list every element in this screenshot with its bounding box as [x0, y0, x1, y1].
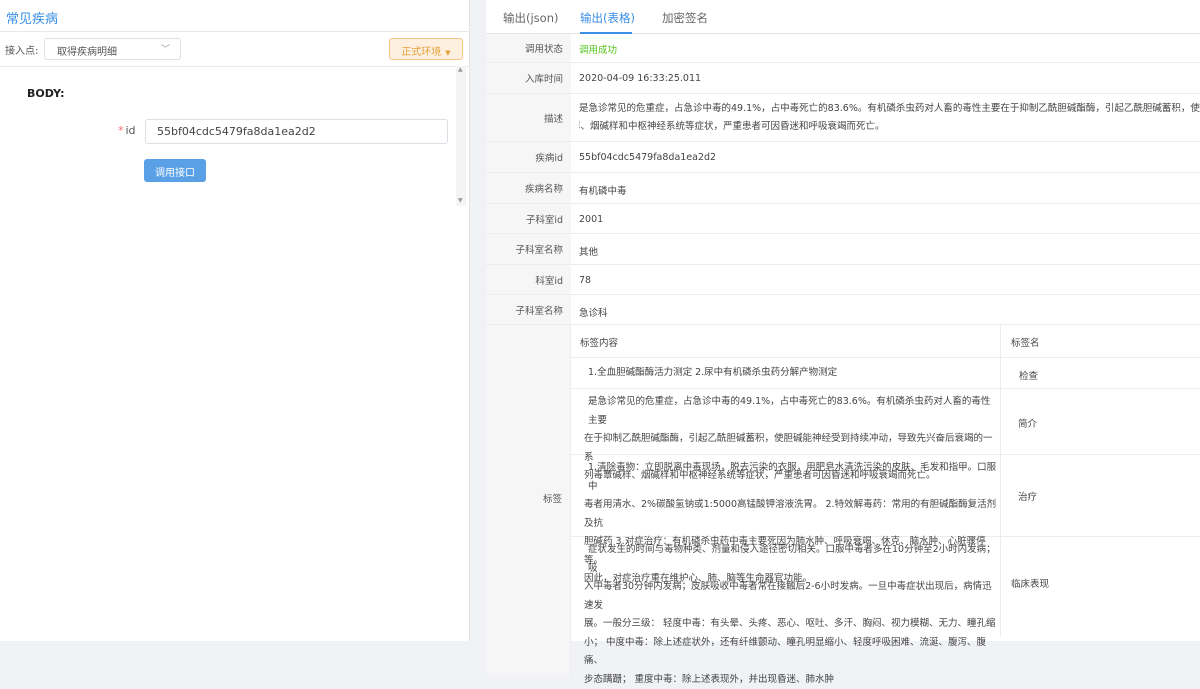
id-input[interactable]: 55bf04cdc5479fa8da1ea2d2: [145, 119, 448, 144]
table-row: 子科室名称 其他: [486, 234, 1200, 265]
tags-header-row: 标签内容 标签名: [571, 325, 1200, 358]
tag-content-line: 入中毒者30分钟内发病；皮肤吸收中毒者常在接触后2-6小时发病。一旦中毒症状出现…: [584, 578, 997, 615]
id-label-text: id: [126, 124, 136, 137]
sub-dept-id-value: 2001: [579, 214, 603, 225]
row-key: 科室id: [486, 265, 571, 294]
description-line: 是急诊常见的危重症，占急诊中毒的49.1%，占中毒死亡的83.6%。有机磷杀虫药…: [579, 100, 1200, 118]
chevron-down-icon: ﹀: [161, 42, 170, 55]
tags-content-header: 标签内容: [580, 335, 618, 349]
tag-name: 检查: [1019, 368, 1038, 382]
table-row: 疾病id 55bf04cdc5479fa8da1ea2d2: [486, 142, 1200, 173]
row-key: 子科室名称: [486, 234, 571, 264]
tag-content-line: 症状发生的时间与毒物种类、剂量和侵入途径密切相关。口服中毒者多在10分钟至2小时…: [584, 541, 997, 578]
table-row: 疾病名称 有机磷中毒: [486, 173, 1200, 204]
tags-key: 标签: [486, 325, 571, 675]
environment-dropdown[interactable]: 正式环境 ▼: [389, 38, 463, 60]
endpoint-select[interactable]: 取得疾病明细 ﹀: [44, 38, 181, 60]
time-value: 2020-04-09 16:33:25.011: [579, 73, 701, 84]
page-title: 常见疾病: [6, 8, 58, 27]
row-key: 调用状态: [486, 34, 571, 62]
row-key: 子科室名称: [486, 295, 571, 324]
disease-name-value: 有机磷中毒: [579, 183, 627, 197]
tag-content: 症状发生的时间与毒物种类、剂量和侵入途径密切相关。口服中毒者多在10分钟至2小时…: [584, 541, 997, 689]
section-divider: [0, 66, 470, 67]
caret-down-icon: ▼: [445, 49, 450, 57]
tab-json-output[interactable]: 输出(json): [503, 10, 558, 26]
tag-name: 治疗: [1018, 489, 1037, 503]
endpoint-label: 接入点:: [5, 42, 38, 57]
tag-content-line: 毒者用清水、2%碳酸氢钠或1:5000高锰酸钾溶液洗胃。 2.特效解毒药：常用的…: [584, 496, 997, 533]
output-tabs: 输出(json) 输出(表格) 加密签名: [486, 0, 1200, 34]
tags-name-header: 标签名: [1011, 335, 1040, 349]
table-row: 症状发生的时间与毒物种类、剂量和侵入途径密切相关。口服中毒者多在10分钟至2小时…: [571, 537, 1200, 637]
title-divider: [0, 31, 470, 32]
tag-name: 简介: [1018, 416, 1037, 430]
table-row: 1.清除毒物：立即脱离中毒现场，脱去污染的衣服，用肥皂水清洗污染的皮肤、毛发和指…: [571, 455, 1200, 537]
dept-name-value: 急诊科: [579, 305, 608, 319]
tag-content-line: 小； 中度中毒：除上述症状外，还有纤维颤动、瞳孔明显缩小、轻度呼吸困难、流涎、腹…: [584, 634, 997, 671]
tag-content-line: 1.清除毒物：立即脱离中毒现场，脱去污染的衣服，用肥皂水清洗污染的皮肤、毛发和指…: [584, 459, 997, 496]
required-marker: *: [118, 124, 124, 137]
tab-table-output[interactable]: 输出(表格): [580, 10, 635, 26]
row-key: 描述: [486, 94, 571, 141]
row-key: 入库时间: [486, 63, 571, 93]
dept-id-value: 78: [579, 275, 591, 286]
request-panel: 常见疾病 接入点: 取得疾病明细 ﹀ 正式环境 ▼ BODY: *id 55bf0…: [0, 0, 470, 641]
description-line: 样、烟碱样和中枢神经系统等症状，严重患者可因昏迷和呼吸衰竭而死亡。: [579, 118, 1200, 136]
row-key: 疾病id: [486, 142, 571, 172]
body-section-label: BODY:: [27, 87, 64, 100]
table-row: 1.全血胆碱酯酶活力测定 2.尿中有机磷杀虫药分解产物测定 检查: [571, 358, 1200, 389]
description-value: 是急诊常见的危重症，占急诊中毒的49.1%，占中毒死亡的83.6%。有机磷杀虫药…: [579, 100, 1200, 136]
scroll-up-icon[interactable]: ▲: [458, 66, 463, 73]
table-row: 入库时间 2020-04-09 16:33:25.011: [486, 63, 1200, 94]
table-row: 子科室名称 急诊科: [486, 295, 1200, 325]
table-row: 是急诊常见的危重症，占急诊中毒的49.1%，占中毒死亡的83.6%。有机磷杀虫药…: [571, 389, 1200, 455]
tag-name: 临床表现: [1011, 576, 1049, 590]
tag-content-line: 1.全血胆碱酯酶活力测定 2.尿中有机磷杀虫药分解产物测定: [588, 364, 1001, 383]
table-row: 调用状态 调用成功: [486, 34, 1200, 63]
sub-dept-name-value: 其他: [579, 244, 598, 258]
table-row: 子科室id 2001: [486, 204, 1200, 234]
environment-label: 正式环境: [401, 47, 441, 58]
table-row: 科室id 78: [486, 265, 1200, 295]
tag-content-line: 步态蹒跚； 重度中毒：除上述表现外，并出现昏迷、肺水肿: [584, 671, 997, 689]
scrollbar[interactable]: ▲ ▼: [456, 66, 466, 206]
tag-content-line: 展。一般分三级： 轻度中毒：有头晕、头疼、恶心、呕吐、多汗、胸闷、视力模糊、无力…: [584, 615, 997, 634]
tab-encrypted-signature[interactable]: 加密签名: [662, 10, 708, 26]
call-api-button[interactable]: 调用接口: [144, 159, 206, 182]
tag-content-line: 是急诊常见的危重症，占急诊中毒的49.1%，占中毒死亡的83.6%。有机磷杀虫药…: [584, 393, 997, 430]
disease-id-value: 55bf04cdc5479fa8da1ea2d2: [579, 152, 716, 163]
status-value: 调用成功: [579, 42, 617, 56]
row-key: 疾病名称: [486, 173, 571, 203]
tag-content: 1.全血胆碱酯酶活力测定 2.尿中有机磷杀虫药分解产物测定: [588, 364, 1001, 383]
endpoint-select-value: 取得疾病明细: [57, 47, 117, 58]
response-panel: 输出(json) 输出(表格) 加密签名 调用状态 调用成功 入库时间 2020…: [486, 0, 1200, 641]
table-row: 描述 是急诊常见的危重症，占急诊中毒的49.1%，占中毒死亡的83.6%。有机磷…: [486, 94, 1200, 142]
id-field-label: *id: [118, 124, 136, 137]
row-key: 子科室id: [486, 204, 571, 233]
scroll-down-icon[interactable]: ▼: [458, 197, 463, 204]
